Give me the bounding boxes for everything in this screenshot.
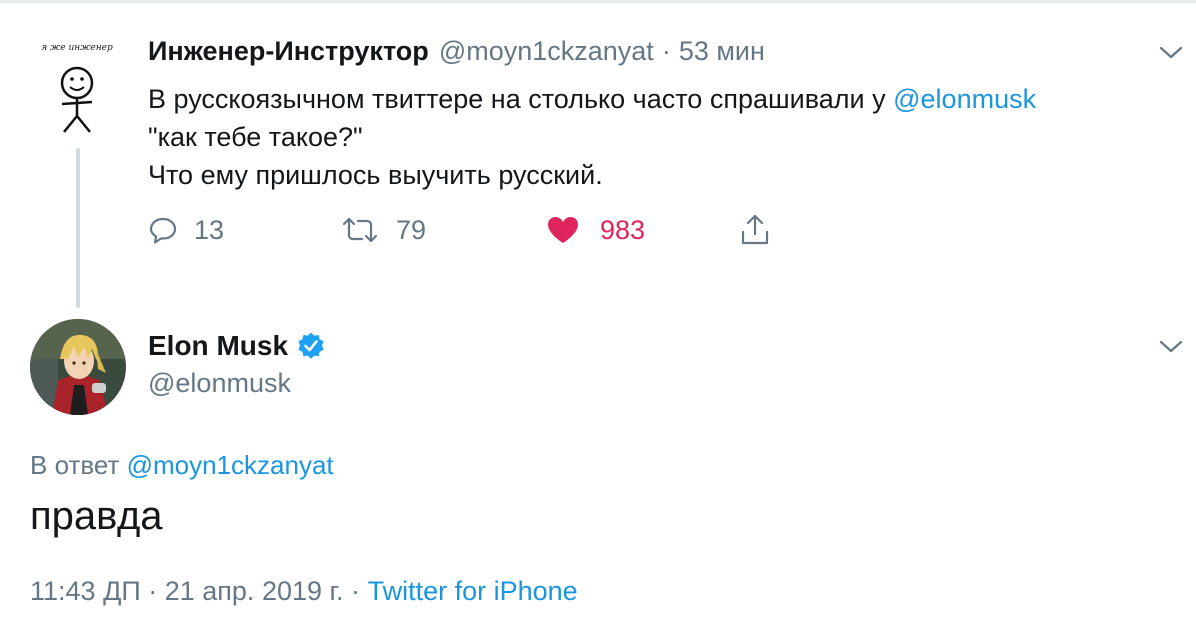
stick-figure-icon: я же инженер	[41, 43, 113, 133]
main-author-name-row: Elon Musk	[148, 330, 326, 362]
reply-to-handle-link[interactable]: @moyn1ckzanyat	[127, 450, 334, 480]
share-icon	[741, 214, 769, 245]
main-author-name[interactable]: Elon Musk	[148, 330, 288, 362]
parent-tweet-time[interactable]: 53 мин	[679, 36, 765, 67]
parent-text-line-3: Что ему пришлось выучить русский.	[148, 160, 603, 190]
like-button[interactable]: 983	[546, 208, 645, 252]
retweet-button[interactable]: 79	[340, 208, 426, 252]
reply-context: В ответ @moyn1ckzanyat	[30, 450, 334, 481]
reply-button[interactable]: 13	[148, 208, 224, 252]
heart-icon	[548, 217, 578, 243]
parent-avatar[interactable]: я же инженер	[32, 38, 122, 138]
parent-tweet-text: В русскоязычном твиттере на столько част…	[148, 80, 1178, 194]
reply-to-prefix: В ответ	[30, 450, 127, 480]
retweet-count: 79	[396, 214, 427, 245]
tweet-timestamp[interactable]: 11:43 ДП · 21 апр. 2019 г. ·	[30, 576, 368, 606]
parent-text-line-1: В русскоязычном твиттере на столько част…	[148, 80, 1178, 118]
reply-icon	[149, 217, 177, 244]
header-separator: ·	[661, 36, 671, 66]
top-divider	[0, 0, 1196, 3]
tweet-metadata: 11:43 ДП · 21 апр. 2019 г. · Twitter for…	[30, 576, 578, 607]
thread-connector	[76, 148, 80, 308]
retweet-icon	[342, 217, 378, 243]
reply-count: 13	[194, 214, 225, 245]
parent-author-name[interactable]: Инженер-Инструктор	[148, 36, 429, 67]
avatar-caption: я же инженер	[41, 43, 113, 53]
chevron-down-icon[interactable]	[1156, 336, 1186, 356]
mention-link[interactable]: @elonmusk	[893, 84, 1036, 114]
anime-character-avatar-icon	[30, 319, 126, 415]
main-author-avatar[interactable]	[30, 319, 126, 415]
parent-tweet-actions: 13 79 983	[148, 208, 848, 252]
main-author-handle[interactable]: @elonmusk	[148, 368, 291, 399]
share-button[interactable]	[738, 208, 772, 252]
parent-author-handle[interactable]: @moyn1ckzanyat	[439, 36, 654, 67]
parent-text-line-2: "как тебе такое?"	[148, 122, 363, 152]
verified-badge-icon	[298, 332, 324, 359]
parent-text-segment: В русскоязычном твиттере на столько част…	[148, 84, 894, 114]
main-tweet-text: правда	[30, 494, 163, 538]
tweet-source-link[interactable]: Twitter for iPhone	[368, 576, 578, 606]
chevron-down-icon[interactable]	[1156, 42, 1186, 62]
parent-tweet-header: Инженер-Инструктор @moyn1ckzanyat · 53 м…	[148, 36, 765, 72]
like-count: 983	[600, 214, 646, 245]
